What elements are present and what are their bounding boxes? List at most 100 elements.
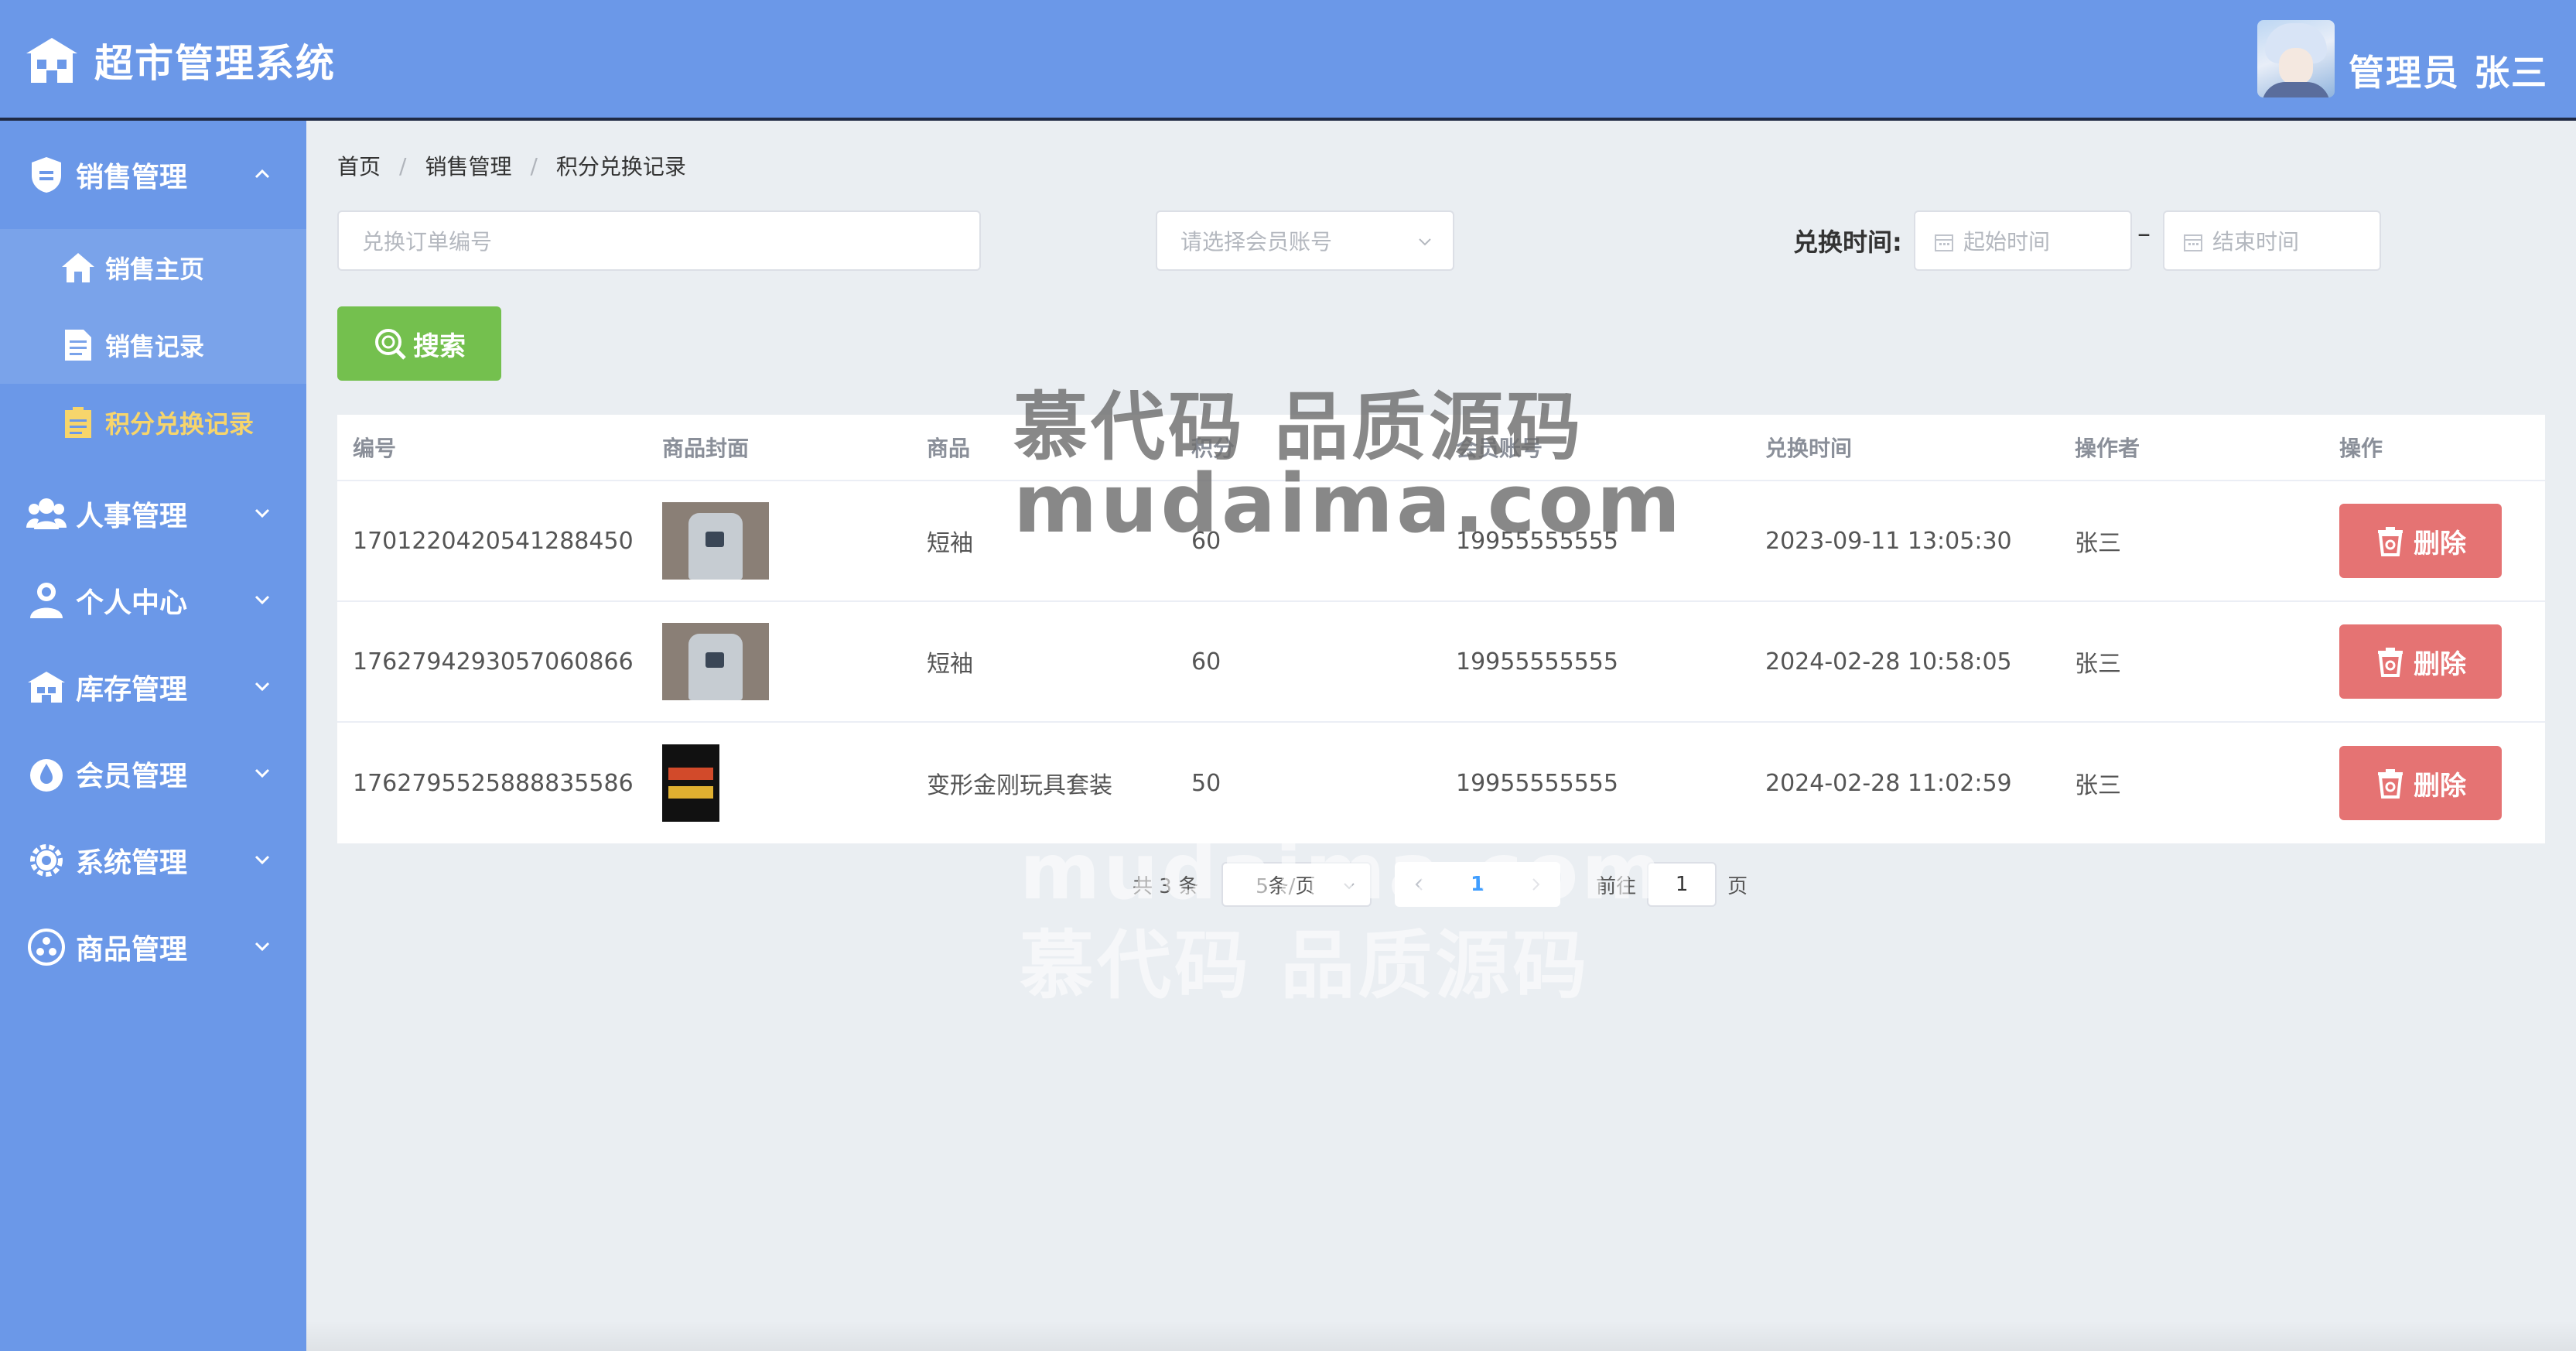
user-menu[interactable]: 管理员 张三: [2257, 20, 2548, 97]
cell-time: 2024-02-28 11:02:59: [1765, 769, 2012, 797]
product-cover-image: [662, 502, 769, 580]
chevron-down-icon: [255, 682, 270, 692]
breadcrumb-separator: /: [399, 152, 407, 179]
delete-button-label: 删除: [2414, 770, 2466, 802]
member-account-select[interactable]: 请选择会员账号: [1156, 210, 1454, 271]
cell-account: 19955555555: [1456, 648, 1618, 676]
cell-operator: 张三: [2075, 651, 2121, 678]
cell-id: 1762795525888835586: [353, 769, 634, 797]
search-button-label: 搜索: [413, 330, 466, 362]
sidebar-item-label: 会员管理: [76, 761, 188, 792]
sidebar-item-inventory[interactable]: 库存管理: [0, 644, 306, 730]
order-number-input[interactable]: 兑换订单编号: [337, 210, 981, 271]
product-icon: [26, 927, 67, 967]
chevron-down-icon: [1419, 238, 1431, 246]
calendar-icon: [2184, 234, 2202, 251]
sales-submenu: 销售主页 销售记录 积分兑换记录: [0, 229, 306, 461]
clipboard-icon: [60, 405, 96, 440]
sidebar-item-members[interactable]: 会员管理: [0, 730, 306, 817]
column-header-product: 商品: [927, 436, 971, 461]
delete-button-label: 删除: [2414, 528, 2466, 559]
trash-icon: [2378, 769, 2403, 799]
delete-button[interactable]: 删除: [2339, 504, 2502, 578]
user-icon: [26, 580, 67, 621]
cell-operator: 张三: [2075, 530, 2121, 557]
watermark-url: mudaima.com: [1013, 457, 1684, 551]
sidebar-item-sales-home[interactable]: 销售主页: [0, 229, 306, 306]
drop-icon: [26, 754, 67, 794]
breadcrumb-separator: /: [530, 152, 538, 179]
breadcrumb-home[interactable]: 首页: [337, 150, 381, 181]
cell-time: 2024-02-28 10:58:05: [1765, 648, 2012, 676]
sidebar-item-label: 商品管理: [76, 934, 188, 966]
date-range-separator: –: [2137, 218, 2151, 249]
breadcrumb-sales[interactable]: 销售管理: [425, 150, 511, 181]
app-title: 超市管理系统: [94, 41, 336, 86]
watermark-url-faint: mudaima.com: [1020, 826, 1666, 917]
delete-button[interactable]: 删除: [2339, 746, 2502, 820]
cell-points: 60: [1191, 648, 1221, 676]
column-header-action: 操作: [2339, 436, 2383, 461]
member-account-placeholder: 请选择会员账号: [1180, 229, 1333, 255]
start-date-input[interactable]: 起始时间: [1914, 210, 2132, 271]
chevron-up-icon: [255, 169, 270, 179]
warehouse-icon: [26, 667, 67, 707]
table-row: 1762795525888835586 变形金刚玩具套装 50 19955555…: [337, 723, 2545, 843]
user-name: 管理员 张三: [2348, 52, 2548, 94]
cell-product: 变形金刚玩具套装: [927, 772, 1112, 799]
store-icon: [26, 38, 77, 83]
sidebar-item-products[interactable]: 商品管理: [0, 904, 306, 990]
column-header-cover: 商品封面: [662, 436, 750, 461]
goto-page-value: 1: [1675, 873, 1689, 896]
top-header: 超市管理系统 管理员 张三: [0, 0, 2576, 121]
cell-points: 50: [1191, 769, 1221, 797]
document-icon: [60, 327, 96, 363]
cell-product: 短袖: [927, 530, 973, 557]
chevron-down-icon: [255, 508, 270, 518]
sidebar-item-label: 销售管理: [76, 162, 188, 193]
home-icon: [60, 250, 96, 286]
bottom-shadow: [306, 1320, 2576, 1351]
start-date-placeholder: 起始时间: [1963, 229, 2051, 255]
sidebar-item-sales-records[interactable]: 销售记录: [0, 306, 306, 384]
sidebar-item-personnel[interactable]: 人事管理: [0, 470, 306, 557]
watermark-text-faint: 慕代码 品质源码: [1020, 922, 1590, 1009]
delete-button[interactable]: 删除: [2339, 624, 2502, 699]
goto-suffix: 页: [1727, 874, 1748, 898]
order-number-placeholder: 兑换订单编号: [362, 229, 493, 255]
table-row: 1762794293057060866 短袖 60 19955555555 20…: [337, 602, 2545, 723]
sidebar-item-label: 系统管理: [76, 847, 188, 879]
column-header-operator: 操作者: [2075, 436, 2140, 461]
sidebar-item-label: 库存管理: [76, 674, 188, 706]
sidebar-item-points-exchange[interactable]: 积分兑换记录: [0, 384, 306, 461]
cell-product: 短袖: [927, 651, 973, 678]
cell-id: 1762794293057060866: [353, 648, 634, 676]
end-date-placeholder: 结束时间: [2212, 229, 2300, 255]
brand: 超市管理系统: [25, 31, 336, 90]
sidebar: 销售管理 销售主页 销售记录 积分兑换记录 人事管理 个人中心 库存管理 会员管…: [0, 121, 306, 1351]
chevron-down-icon: [255, 855, 270, 865]
sidebar-item-label: 销售记录: [105, 332, 205, 361]
sidebar-item-sales[interactable]: 销售管理: [0, 121, 306, 229]
avatar[interactable]: [2257, 20, 2335, 97]
sidebar-item-profile[interactable]: 个人中心: [0, 557, 306, 644]
exchange-time-label: 兑换时间:: [1793, 227, 1902, 257]
search-button[interactable]: 搜索: [337, 306, 501, 381]
main-content: 首页 / 销售管理 / 积分兑换记录 兑换订单编号 请选择会员账号 兑换时间: …: [306, 124, 2576, 1351]
sidebar-item-label: 销售主页: [105, 255, 205, 284]
column-header-id: 编号: [353, 436, 397, 461]
chevron-down-icon: [255, 595, 270, 605]
cell-account: 19955555555: [1456, 769, 1618, 797]
search-icon: [375, 329, 406, 360]
column-header-time: 兑换时间: [1765, 436, 1853, 461]
chevron-down-icon: [255, 942, 270, 952]
sidebar-item-label: 个人中心: [76, 587, 188, 619]
product-cover-image: [662, 623, 769, 700]
sidebar-item-system[interactable]: 系统管理: [0, 817, 306, 904]
cell-operator: 张三: [2075, 772, 2121, 799]
breadcrumb-current: 积分兑换记录: [555, 154, 686, 180]
delete-button-label: 删除: [2414, 648, 2466, 680]
chevron-down-icon: [255, 768, 270, 778]
product-cover-image: [662, 744, 719, 822]
end-date-input[interactable]: 结束时间: [2163, 210, 2381, 271]
